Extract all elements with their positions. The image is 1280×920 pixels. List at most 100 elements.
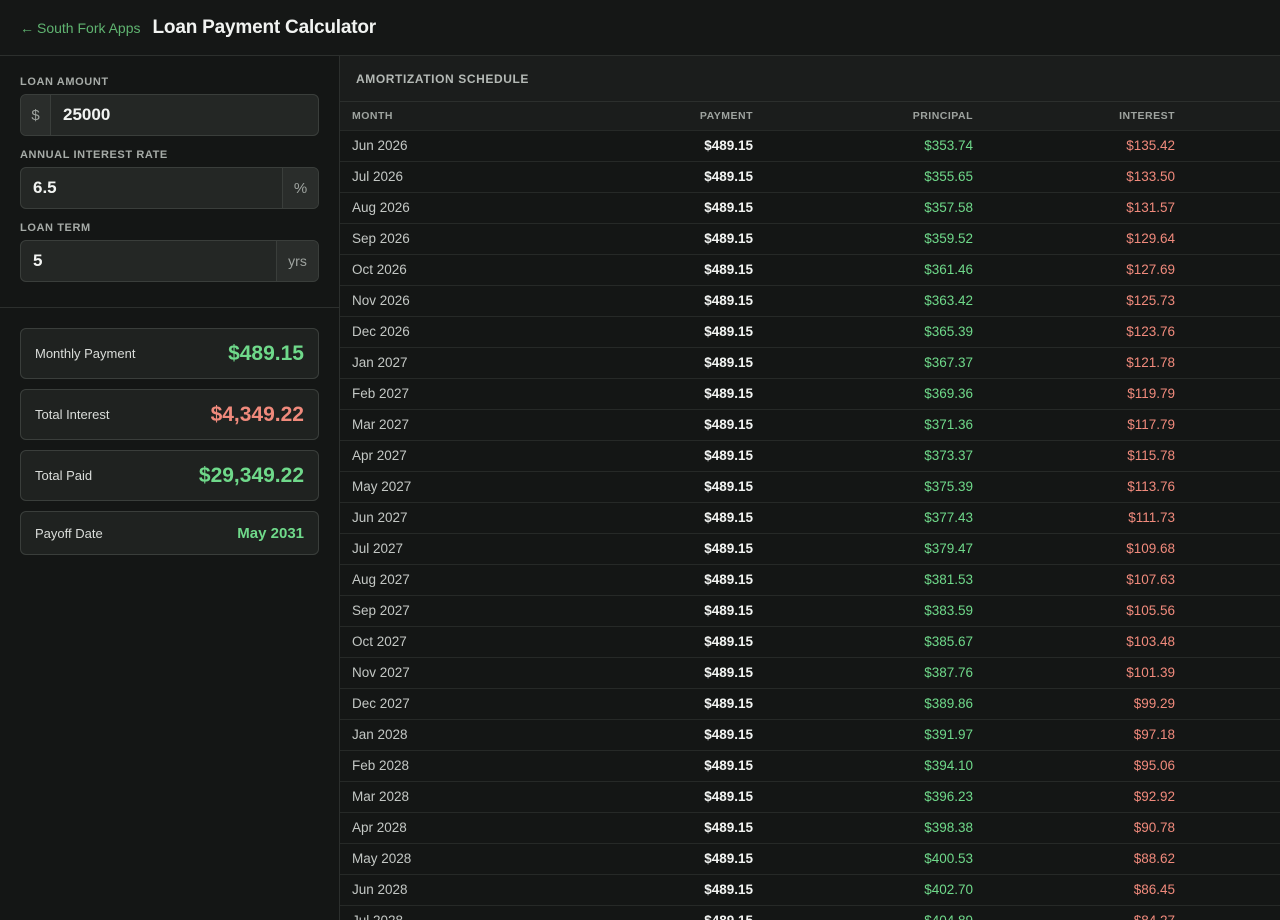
row-month: Mar 2028	[340, 780, 610, 812]
row-month: May 2027	[340, 470, 610, 502]
years-suffix: yrs	[276, 241, 318, 281]
row-spacer	[1175, 904, 1280, 920]
row-principal: $375.39	[753, 470, 973, 502]
row-spacer	[1175, 191, 1280, 223]
row-month: Jul 2026	[340, 160, 610, 192]
loan-term-input[interactable]	[21, 241, 276, 281]
row-interest: $95.06	[973, 749, 1175, 781]
row-principal: $355.65	[753, 160, 973, 192]
amortization-table: MONTH PAYMENT PRINCIPAL INTEREST Jun 202…	[340, 102, 1280, 920]
results-section: Monthly Payment $489.15 Total Interest $…	[0, 308, 339, 585]
row-interest: $84.27	[973, 904, 1175, 920]
monthly-payment-card: Monthly Payment $489.15	[20, 328, 319, 379]
row-interest: $97.18	[973, 718, 1175, 750]
total-paid-value: $29,349.22	[198, 463, 304, 487]
table-row: Apr 2027 $489.15 $373.37 $115.78	[340, 439, 1280, 471]
row-payment: $489.15	[610, 408, 753, 440]
row-month: Aug 2026	[340, 191, 610, 223]
table-row: Oct 2027 $489.15 $385.67 $103.48	[340, 625, 1280, 657]
percent-suffix: %	[282, 168, 318, 208]
schedule-title: AMORTIZATION SCHEDULE	[340, 56, 1280, 102]
row-interest: $113.76	[973, 470, 1175, 502]
table-row: Aug 2026 $489.15 $357.58 $131.57	[340, 191, 1280, 223]
row-month: Apr 2028	[340, 811, 610, 843]
row-spacer	[1175, 377, 1280, 409]
row-principal: $385.67	[753, 625, 973, 657]
row-spacer	[1175, 594, 1280, 626]
table-row: Aug 2027 $489.15 $381.53 $107.63	[340, 563, 1280, 595]
row-payment: $489.15	[610, 377, 753, 409]
row-month: Dec 2027	[340, 687, 610, 719]
row-principal: $373.37	[753, 439, 973, 471]
column-header-payment: PAYMENT	[610, 102, 753, 130]
table-row: Dec 2027 $489.15 $389.86 $99.29	[340, 687, 1280, 719]
row-interest: $99.29	[973, 687, 1175, 719]
table-row: Jul 2028$489.15$404.89$84.27	[340, 904, 1280, 920]
row-month: Feb 2027	[340, 377, 610, 409]
row-payment: $489.15	[610, 780, 753, 812]
row-spacer	[1175, 873, 1280, 905]
row-payment: $489.15	[610, 284, 753, 316]
row-spacer	[1175, 501, 1280, 533]
row-interest: $111.73	[973, 501, 1175, 533]
row-month: Sep 2026	[340, 222, 610, 254]
table-row: Dec 2026 $489.15 $365.39 $123.76	[340, 315, 1280, 347]
row-spacer	[1175, 842, 1280, 874]
loan-term-field: yrs	[20, 240, 319, 282]
loan-amount-input[interactable]	[51, 95, 318, 135]
row-interest: $135.42	[973, 129, 1175, 161]
row-interest: $107.63	[973, 563, 1175, 595]
interest-rate-input[interactable]	[21, 168, 282, 208]
back-link[interactable]: ← South Fork Apps	[20, 20, 141, 36]
row-spacer	[1175, 315, 1280, 347]
column-header-month: MONTH	[340, 102, 610, 130]
row-spacer	[1175, 284, 1280, 316]
row-interest: $86.45	[973, 873, 1175, 905]
row-payment: $489.15	[610, 532, 753, 564]
row-month: Jan 2028	[340, 718, 610, 750]
row-principal: $367.37	[753, 346, 973, 378]
row-principal: $359.52	[753, 222, 973, 254]
row-principal: $381.53	[753, 563, 973, 595]
row-interest: $117.79	[973, 408, 1175, 440]
schedule-panel: AMORTIZATION SCHEDULE MONTH PAYMENT PRIN…	[340, 56, 1280, 920]
row-principal: $398.38	[753, 811, 973, 843]
table-row: Jan 2027 $489.15 $367.37 $121.78	[340, 346, 1280, 378]
row-month: Mar 2027	[340, 408, 610, 440]
row-principal: $365.39	[753, 315, 973, 347]
row-principal: $357.58	[753, 191, 973, 223]
row-payment: $489.15	[610, 594, 753, 626]
table-row: Jun 2026 $489.15 $353.74 $135.42	[340, 129, 1280, 161]
row-month: Nov 2026	[340, 284, 610, 316]
row-payment: $489.15	[610, 718, 753, 750]
row-spacer	[1175, 408, 1280, 440]
table-row: Sep 2026 $489.15 $359.52 $129.64	[340, 222, 1280, 254]
row-payment: $489.15	[610, 749, 753, 781]
row-spacer	[1175, 656, 1280, 688]
back-link-label: South Fork Apps	[37, 19, 141, 36]
table-row: Apr 2028 $489.15 $398.38 $90.78	[340, 811, 1280, 843]
row-interest: $88.62	[973, 842, 1175, 874]
row-principal: $387.76	[753, 656, 973, 688]
row-interest: $127.69	[973, 253, 1175, 285]
table-row: Jul 2027 $489.15 $379.47 $109.68	[340, 532, 1280, 564]
table-header-row: MONTH PAYMENT PRINCIPAL INTEREST	[340, 102, 1280, 130]
table-row: Nov 2027 $489.15 $387.76 $101.39	[340, 656, 1280, 688]
table-row: Nov 2026 $489.15 $363.42 $125.73	[340, 284, 1280, 316]
payoff-date-value: May 2031	[237, 524, 304, 542]
row-principal: $363.42	[753, 284, 973, 316]
monthly-payment-label: Monthly Payment	[35, 346, 136, 361]
row-interest: $125.73	[973, 284, 1175, 316]
column-header-spacer	[1175, 102, 1280, 130]
row-payment: $489.15	[610, 625, 753, 657]
row-spacer	[1175, 160, 1280, 192]
row-interest: $103.48	[973, 625, 1175, 657]
total-interest-value: $4,349.22	[210, 402, 304, 426]
table-row: Jun 2027 $489.15 $377.43 $111.73	[340, 501, 1280, 533]
row-month: Jun 2026	[340, 129, 610, 161]
row-month: Apr 2027	[340, 439, 610, 471]
row-month: Nov 2027	[340, 656, 610, 688]
row-interest: $129.64	[973, 222, 1175, 254]
monthly-payment-value: $489.15	[228, 341, 304, 365]
row-payment: $489.15	[610, 129, 753, 161]
